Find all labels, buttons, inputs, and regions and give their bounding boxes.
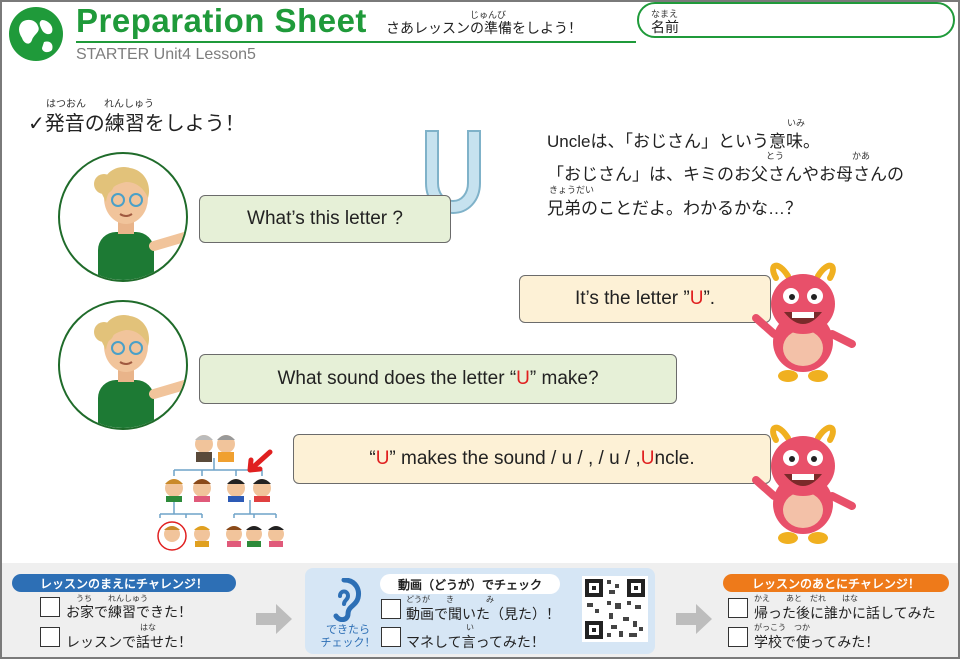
video-caption-line-1: できたら (326, 624, 370, 636)
practice-heading-text: 発音の練習をしよう！ (44, 113, 245, 135)
video-item-2-label: マネして言ってみた！ (406, 634, 545, 650)
page-title: Preparation Sheet (76, 2, 367, 39)
answer-1-letter: U (689, 288, 704, 309)
ear-icon (333, 578, 361, 622)
after-lesson-title: レッスンのあとにチャレンジ！ (723, 574, 949, 592)
after-item-1-label: 帰った後に誰かに話してみた (754, 605, 936, 621)
before-item-1-checkbox[interactable] (40, 597, 60, 617)
video-item-1-label: 動画で聞いた（見た）！ (406, 606, 560, 622)
mascot-character (752, 262, 856, 382)
lesson-subtitle: STARTER Unit4 Lesson5 (76, 46, 256, 63)
video-check-title: 動画（どうが）でチェック (380, 574, 560, 594)
after-item-2-checkbox[interactable] (728, 627, 748, 647)
qr-code[interactable] (582, 576, 648, 642)
practice-heading: ✓発音の練習をしよう！ (28, 107, 245, 136)
question-1-text: What’s this letter ? (247, 208, 403, 229)
mascot-character (752, 424, 856, 544)
question-2-letter: U (516, 368, 530, 389)
before-item-1-label: お家で練習できた！ (66, 604, 192, 620)
page-title-sub: さあレッスンの準備をしよう！ (386, 20, 582, 36)
answer-2-letter-2: U (640, 448, 655, 469)
after-item-1-checkbox[interactable] (728, 598, 748, 618)
speech-bubble-answer-1: It’s the letter ” U”. (519, 275, 771, 323)
checkmark-icon: ✓ (28, 113, 45, 135)
question-2-pre: What sound does the letter “ (277, 368, 517, 389)
header-divider (76, 41, 636, 43)
speech-bubble-question-1: What’s this letter ? (199, 195, 451, 243)
video-caption-line-2: チェック！ (320, 637, 376, 649)
before-item-2-label: レッスンで話せた！ (66, 634, 192, 650)
explain-line-2: 「おじさん」は、キミのお父さんやお母さんの (547, 165, 904, 184)
speech-bubble-question-2: What sound does the letter “U” make? (199, 354, 677, 404)
teacher-avatar (58, 152, 188, 282)
video-item-2-checkbox[interactable] (381, 627, 401, 647)
answer-2-letter: U (375, 448, 390, 469)
question-2-post: ” make? (529, 368, 599, 389)
answer-2-end: ncle. (654, 448, 695, 469)
answer-1-post: ”. (703, 288, 716, 309)
globe-icon (9, 7, 63, 61)
arrow-right-icon (676, 604, 712, 634)
family-tree-illustration (157, 435, 284, 551)
speech-bubble-answer-2: “U” makes the sound / u / , / u / , Uncl… (293, 434, 771, 484)
explain-line-3: 兄弟のことだよ。わかるかな…？ (547, 199, 802, 218)
teacher-avatar (58, 300, 188, 430)
name-label: 名前 (651, 19, 679, 35)
before-item-2-checkbox[interactable] (40, 627, 60, 647)
before-lesson-title: レッスンのまえにチャレンジ！ (12, 574, 236, 592)
video-item-1-checkbox[interactable] (381, 599, 401, 619)
answer-2-mid: ” makes the sound / u / , / u / , (389, 448, 641, 469)
answer-1-pre: It’s the letter ” (574, 288, 690, 309)
name-field[interactable]: なまえ 名前 (637, 2, 955, 38)
after-item-2-label: 学校で使ってみた！ (754, 634, 880, 650)
arrow-right-icon (256, 604, 292, 634)
video-check-caption: できたら チェック！ (318, 624, 378, 650)
